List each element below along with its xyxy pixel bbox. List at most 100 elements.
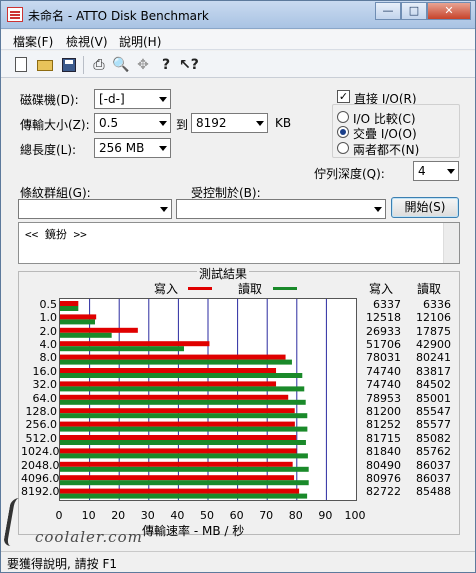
x-axis-label: 傳輸速率 - MB / 秒	[142, 524, 245, 538]
y-tick-label: 2048.0	[21, 458, 60, 472]
log-scrollbar[interactable]	[443, 223, 459, 263]
read-value: 84502	[416, 378, 451, 392]
print-preview-icon[interactable]: 🔍	[112, 56, 130, 74]
read-bar	[60, 453, 308, 459]
y-tick-label: 8.0	[39, 351, 58, 365]
title-bar[interactable]: 未命名 - ATTO Disk Benchmark — □ ✕	[1, 1, 475, 29]
toolbar: ⎙ 🔍 ✥ ? ↖?	[1, 51, 475, 78]
io-compare-radio[interactable]	[337, 111, 349, 123]
write-value: 82722	[366, 485, 401, 499]
transfer-to-select[interactable]: 8192	[191, 113, 268, 133]
legend-write-label: 寫入	[154, 282, 179, 296]
write-column-header: 寫入	[369, 282, 394, 296]
write-value: 81252	[366, 418, 401, 432]
chevron-down-icon	[159, 146, 167, 151]
write-value: 51706	[366, 337, 401, 351]
read-bar	[60, 386, 305, 392]
write-bar	[60, 368, 277, 373]
write-value: 74740	[366, 378, 401, 392]
read-value: 80241	[416, 351, 451, 365]
write-value: 81715	[366, 431, 401, 445]
minimize-button[interactable]: —	[375, 2, 401, 20]
close-button[interactable]: ✕	[427, 2, 471, 20]
write-bar	[60, 341, 210, 347]
start-button[interactable]: 開始(S)	[391, 197, 459, 218]
x-tick-label: 90	[318, 509, 333, 522]
read-value: 86037	[416, 458, 451, 472]
write-bar	[60, 327, 138, 333]
y-tick-label: 64.0	[32, 391, 58, 405]
read-bar	[60, 399, 306, 405]
write-bar	[60, 394, 289, 400]
transfer-to-value: 8192	[196, 116, 227, 130]
pattern-select[interactable]	[18, 199, 172, 219]
io-overlap-radio[interactable]	[337, 126, 349, 138]
write-value: 78031	[366, 351, 401, 365]
menu-view[interactable]: 檢視(V)	[66, 33, 108, 50]
write-bar	[60, 421, 295, 427]
read-value: 85762	[416, 445, 451, 459]
write-bar	[60, 461, 293, 467]
direct-io-checkbox[interactable]: ✓	[337, 90, 350, 103]
watermark: coolaler.com	[2, 498, 145, 553]
read-value: 42900	[416, 337, 451, 351]
app-icon	[7, 7, 23, 22]
context-help-icon[interactable]: ↖?	[179, 56, 199, 74]
transfer-from-select[interactable]: 0.5	[94, 113, 171, 133]
chevron-down-icon	[160, 207, 168, 212]
watermark-text: coolaler.com	[35, 528, 143, 546]
menu-help[interactable]: 說明(H)	[119, 33, 161, 50]
drive-value: [-d-]	[99, 92, 125, 106]
read-bar	[60, 359, 292, 365]
drive-select[interactable]: [-d-]	[94, 89, 171, 109]
save-icon[interactable]	[62, 58, 76, 72]
write-value: 12518	[366, 311, 401, 325]
read-bar	[60, 440, 306, 445]
read-value: 85488	[416, 485, 451, 499]
y-tick-label: 256.0	[25, 418, 58, 432]
read-bar	[60, 306, 79, 311]
io-neither-radio[interactable]	[337, 142, 349, 154]
read-value: 85082	[416, 431, 451, 445]
read-value: 85547	[416, 404, 451, 418]
legend-read-swatch	[273, 287, 297, 290]
write-value: 78953	[366, 391, 401, 405]
total-length-label: 總長度(L):	[20, 143, 77, 157]
y-tick-label: 2.0	[39, 324, 58, 338]
write-bar	[60, 381, 277, 387]
y-tick-label: 4096.0	[21, 471, 60, 485]
log-textarea[interactable]: << 鏡扮 >>	[18, 222, 460, 264]
write-bar	[60, 488, 300, 494]
print-icon[interactable]: ⎙	[90, 56, 108, 74]
chevron-down-icon	[159, 121, 167, 126]
queue-depth-select[interactable]: 4	[413, 161, 459, 181]
help-icon[interactable]: ?	[157, 56, 175, 74]
x-tick-label: 60	[229, 509, 244, 522]
chart-plot-area	[59, 298, 357, 501]
total-length-select[interactable]: 256 MB	[94, 138, 171, 158]
menu-file[interactable]: 檔案(F)	[13, 33, 53, 50]
new-doc-icon[interactable]	[15, 57, 27, 72]
maximize-button[interactable]: □	[401, 2, 427, 20]
window-title: 未命名 - ATTO Disk Benchmark	[28, 9, 209, 23]
y-tick-label: 32.0	[32, 378, 58, 392]
toolbar-separator	[83, 56, 84, 74]
y-tick-label: 1024.0	[21, 445, 60, 459]
chevron-down-icon	[159, 97, 167, 102]
write-value: 6337	[373, 297, 401, 311]
io-neither-label: 兩者都不(N)	[353, 143, 420, 157]
write-bar	[60, 314, 97, 320]
write-value: 80976	[366, 471, 401, 485]
control-select[interactable]	[176, 199, 386, 219]
write-bar	[60, 408, 295, 414]
transfer-size-label: 傳輸大小(Z):	[20, 118, 90, 132]
legend-write-swatch	[188, 287, 212, 290]
x-tick-label: 40	[170, 509, 185, 522]
transfer-to-label: 到	[176, 118, 189, 132]
queue-depth-label: 佇列深度(Q):	[314, 167, 385, 181]
open-folder-icon[interactable]	[37, 60, 53, 71]
read-value: 17875	[416, 324, 451, 338]
y-tick-label: 512.0	[25, 431, 58, 445]
x-tick-label: 80	[288, 509, 303, 522]
move-icon[interactable]: ✥	[134, 56, 152, 74]
